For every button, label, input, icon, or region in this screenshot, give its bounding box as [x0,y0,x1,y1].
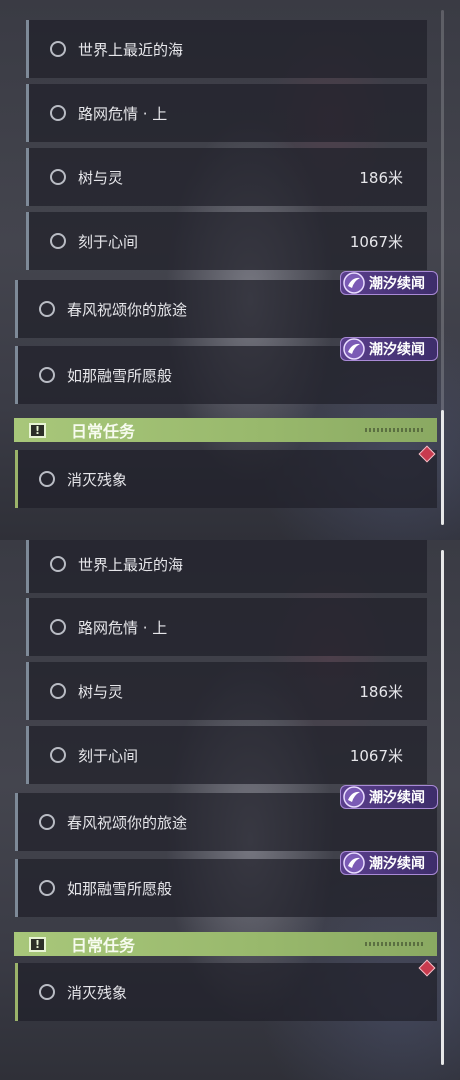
quest-title: 世界上最近的海 [78,40,184,59]
quest-title: 路网危情 · 上 [78,618,168,637]
ring-icon [39,984,55,1000]
quest-title: 世界上最近的海 [78,555,184,574]
tidal-crest-icon [343,272,365,294]
quest-title: 消灭残象 [67,470,128,489]
quest-row[interactable]: 树与灵 186米 [26,148,427,206]
exclamation-icon: ! [29,422,46,438]
quest-row[interactable]: 消灭残象 [15,450,437,508]
tidal-badge: 潮汐续闻 [340,785,438,809]
quest-list-panel-top: 世界上最近的海 路网危情 · 上 树与灵 186米 刻于心间 1067米 春风祝… [0,0,460,540]
quest-distance: 186米 [359,682,403,701]
tidal-badge: 潮汐续闻 [340,337,438,361]
quest-title: 树与灵 [78,682,124,701]
scrollbar-thumb[interactable] [441,410,444,525]
quest-distance: 1067米 [349,746,403,765]
ring-icon [50,169,66,185]
scrollbar-thumb[interactable] [441,550,444,1065]
quest-title: 路网危情 · 上 [78,104,168,123]
badge-text: 潮汐续闻 [369,342,425,358]
ring-icon [39,814,55,830]
ring-icon [50,747,66,763]
tidal-crest-icon [343,786,365,808]
ring-icon [50,105,66,121]
tidal-badge: 潮汐续闻 [340,271,438,295]
badge-text: 潮汐续闻 [369,790,425,806]
ring-icon [39,880,55,896]
quest-distance: 1067米 [349,232,403,251]
quest-row[interactable]: 消灭残象 [15,963,437,1021]
ring-icon [39,471,55,487]
quest-row[interactable]: 路网危情 · 上 [26,598,427,656]
quest-row[interactable]: 刻于心间 1067米 [26,726,427,784]
quest-title: 春风祝颂你的旅途 [67,300,188,319]
quest-row[interactable]: 世界上最近的海 [26,20,427,78]
quest-title: 消灭残象 [67,983,128,1002]
quest-title: 如那融雪所愿般 [67,366,173,385]
quest-distance: 186米 [359,168,403,187]
tidal-crest-icon [343,338,365,360]
quest-row[interactable]: 路网危情 · 上 [26,84,427,142]
section-title: 日常任务 [71,936,136,955]
ring-icon [39,367,55,383]
daily-section-header: ! 日常任务 [14,932,437,956]
ring-icon [50,619,66,635]
daily-section-header: ! 日常任务 [14,418,437,442]
badge-text: 潮汐续闻 [369,276,425,292]
ring-icon [39,301,55,317]
quest-title: 春风祝颂你的旅途 [67,813,188,832]
ring-icon [50,233,66,249]
tidal-badge: 潮汐续闻 [340,851,438,875]
badge-text: 潮汐续闻 [369,856,425,872]
quest-title: 刻于心间 [78,232,139,251]
ring-icon [50,683,66,699]
quest-list-panel-bottom: 世界上最近的海 路网危情 · 上 树与灵 186米 刻于心间 1067米 春风祝… [0,540,460,1080]
header-decoration [365,428,425,432]
quest-row[interactable]: 刻于心间 1067米 [26,212,427,270]
tidal-crest-icon [343,852,365,874]
ring-icon [50,41,66,57]
section-title: 日常任务 [71,422,136,441]
quest-title: 刻于心间 [78,746,139,765]
ring-icon [50,556,66,572]
header-decoration [365,942,425,946]
quest-title: 树与灵 [78,168,124,187]
exclamation-icon: ! [29,936,46,952]
quest-row[interactable]: 世界上最近的海 [26,540,427,593]
quest-title: 如那融雪所愿般 [67,879,173,898]
quest-row[interactable]: 树与灵 186米 [26,662,427,720]
